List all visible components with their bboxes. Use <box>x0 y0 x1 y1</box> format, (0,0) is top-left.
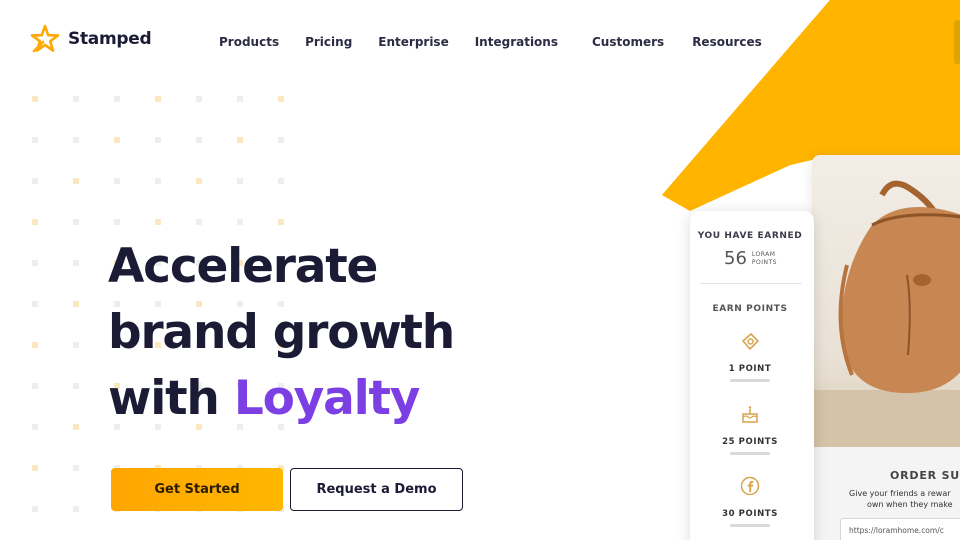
background-dot <box>32 301 38 307</box>
background-dot <box>73 383 79 389</box>
points-unit-line-2: POINTS <box>751 258 777 266</box>
background-dot <box>155 219 161 225</box>
nav-item-integrations[interactable]: Integrations <box>475 35 558 49</box>
background-dot <box>32 178 38 184</box>
nav-right-edge-button[interactable] <box>954 20 960 64</box>
background-dot <box>32 506 38 512</box>
background-dot <box>32 342 38 348</box>
background-dot <box>196 178 202 184</box>
background-dot <box>155 137 161 143</box>
background-dot <box>237 178 243 184</box>
background-dot <box>73 96 79 102</box>
get-started-button[interactable]: Get Started <box>111 468 283 511</box>
background-dot <box>73 506 79 512</box>
background-dot <box>73 465 79 471</box>
hero-line-2: brand growth <box>108 305 455 360</box>
background-dot <box>73 342 79 348</box>
leather-bag-photo <box>812 155 960 447</box>
background-dot <box>73 260 79 266</box>
background-dot <box>32 383 38 389</box>
order-success-title: ORDER SUC <box>890 469 960 482</box>
background-dot <box>114 219 120 225</box>
card-divider <box>700 283 802 284</box>
points-balance: 56 LORAM POINTS <box>724 248 777 269</box>
background-dot <box>32 424 38 430</box>
order-text-line-2: own when they make <box>867 500 953 509</box>
earn-option-bar-3[interactable] <box>730 524 770 527</box>
order-text-line-1: Give your friends a rewar <box>849 489 951 498</box>
hero-line-1: Accelerate <box>108 239 378 294</box>
background-dot <box>32 260 38 266</box>
product-preview-panel: ORDER SUC Give your friends a rewar own … <box>812 155 960 540</box>
order-success-text: Give your friends a rewar own when they … <box>847 488 953 510</box>
points-number: 56 <box>724 248 747 269</box>
background-dot <box>278 178 284 184</box>
nav-item-products[interactable]: Products <box>219 35 279 49</box>
loyalty-points-card: YOU HAVE EARNED 56 LORAM POINTS EARN POI… <box>690 211 814 540</box>
request-demo-button[interactable]: Request a Demo <box>290 468 463 511</box>
nav-links: Products Pricing Enterprise Integrations… <box>219 35 788 49</box>
background-dot <box>237 137 243 143</box>
background-dot <box>278 219 284 225</box>
logo-text: Stamped <box>68 29 152 49</box>
background-dot <box>114 137 120 143</box>
background-dot <box>73 424 79 430</box>
background-dot <box>32 137 38 143</box>
points-unit-line-1: LORAM <box>751 250 776 258</box>
background-dot <box>32 465 38 471</box>
top-navigation: Stamped Products Pricing Enterprise Inte… <box>0 0 960 84</box>
hero-headline: Accelerate brand growth with Loyalty <box>108 234 455 432</box>
earn-option-bar-1[interactable] <box>730 379 770 382</box>
background-dot <box>73 137 79 143</box>
background-dot <box>114 178 120 184</box>
background-dot <box>114 96 120 102</box>
background-dot <box>196 219 202 225</box>
background-dot <box>32 219 38 225</box>
stamped-logo[interactable]: Stamped <box>30 24 152 54</box>
star-logo-icon <box>30 24 60 53</box>
points-unit: LORAM POINTS <box>752 251 777 267</box>
ticket-icon <box>741 332 760 351</box>
background-dot <box>73 219 79 225</box>
earn-option-bar-2[interactable] <box>730 452 770 455</box>
earn-points-label: EARN POINTS <box>712 304 788 314</box>
earn-points-value-3: 30 POINTS <box>722 509 778 519</box>
background-dot <box>237 219 243 225</box>
referral-url-field[interactable]: https://loramhome.com/c <box>840 518 960 540</box>
nav-item-enterprise[interactable]: Enterprise <box>378 35 448 49</box>
background-dot <box>278 137 284 143</box>
background-dot <box>278 96 284 102</box>
background-dot <box>237 96 243 102</box>
background-dot <box>155 178 161 184</box>
background-dot <box>32 96 38 102</box>
background-dot <box>196 137 202 143</box>
hero-line-3-prefix: with <box>108 371 234 426</box>
earn-points-value-2: 25 POINTS <box>722 437 778 447</box>
facebook-icon <box>740 476 760 496</box>
hero-line-3-accent: Loyalty <box>233 371 421 426</box>
background-dot <box>155 96 161 102</box>
nav-item-pricing[interactable]: Pricing <box>305 35 352 49</box>
earn-points-value-1: 1 POINT <box>728 364 772 374</box>
background-dot <box>196 96 202 102</box>
bag-illustration <box>812 180 960 447</box>
cake-icon <box>742 406 758 423</box>
background-dot <box>73 178 79 184</box>
you-have-earned-label: YOU HAVE EARNED <box>697 231 803 241</box>
nav-item-resources[interactable]: Resources <box>692 35 762 49</box>
nav-item-customers[interactable]: Customers <box>592 35 664 49</box>
background-dot <box>73 301 79 307</box>
